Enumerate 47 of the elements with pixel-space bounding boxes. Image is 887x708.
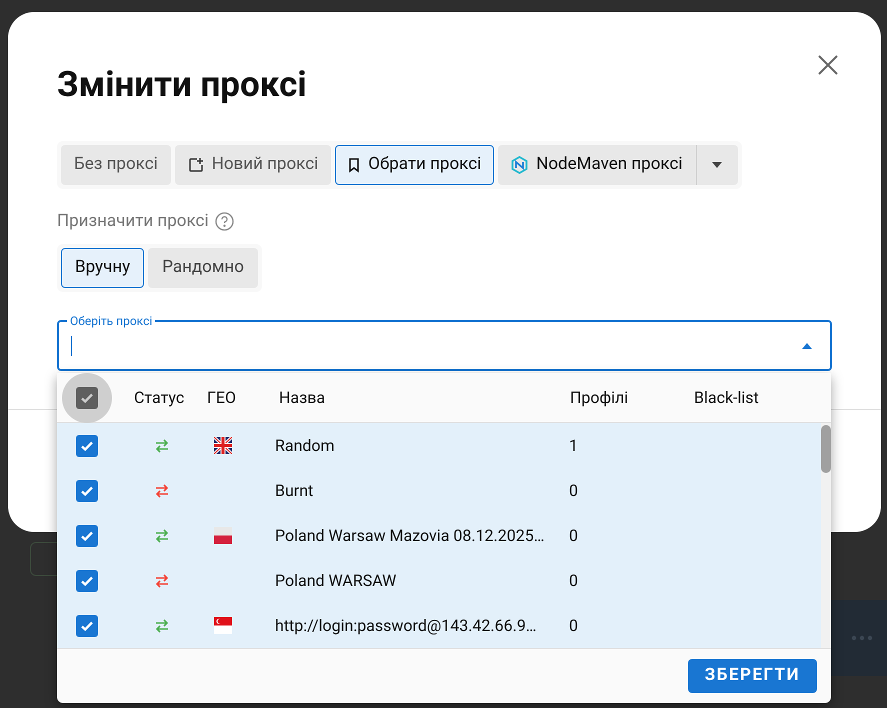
save-button[interactable]: ЗБЕРЕГТИ	[688, 659, 817, 693]
profiles-count: 0	[569, 480, 578, 502]
column-header: ГЕО	[207, 386, 237, 408]
dialog-title: Змінити проксі	[57, 63, 307, 107]
profiles-count: 0	[569, 614, 578, 636]
assign-mode-tab[interactable]: Рандомно	[148, 248, 258, 288]
column-header: Назва	[279, 386, 326, 408]
proxy-tab[interactable]: NodeMaven проксі	[498, 145, 696, 185]
flag-icon	[214, 527, 232, 544]
more-icon	[851, 635, 873, 641]
column-header: Black-list	[694, 386, 759, 408]
checkbox[interactable]	[76, 614, 98, 636]
proxy-row[interactable]: Burnt 0	[57, 468, 821, 513]
flag-icon	[214, 617, 232, 634]
checkbox[interactable]	[76, 480, 98, 502]
proxy-tab[interactable]: Без проксі	[61, 145, 171, 185]
checkbox[interactable]	[76, 570, 98, 592]
profiles-count: 0	[569, 570, 578, 592]
checkbox[interactable]	[76, 434, 98, 456]
assign-mode-tab[interactable]: Вручну	[61, 248, 144, 288]
proxy-row[interactable]: Random 1	[57, 423, 821, 468]
checkbox[interactable]	[76, 386, 98, 408]
hexagon-logo-icon	[511, 156, 528, 174]
dropdown-caret-icon	[802, 343, 812, 349]
proxy-select-field[interactable]: Оберіть проксі	[57, 314, 832, 370]
field-label: Оберіть проксі	[69, 314, 154, 328]
text-cursor	[71, 336, 72, 356]
profiles-count: 0	[569, 524, 578, 546]
proxy-tab[interactable]: Новий проксі	[174, 145, 332, 185]
assign-proxy-label: Призначити проксі	[57, 210, 209, 233]
column-header: Статус	[133, 386, 186, 408]
proxy-name: Poland WARSAW	[275, 570, 398, 592]
profiles-count: 1	[569, 434, 578, 456]
proxy-row[interactable]: Poland WARSAW 0	[57, 558, 821, 603]
caret-icon	[712, 162, 722, 168]
help-icon[interactable]	[214, 212, 234, 232]
flag-icon	[214, 437, 232, 454]
proxy-name: Poland Warsaw Mazovia 08.12.2025…	[275, 524, 546, 546]
proxy-name: Burnt	[275, 480, 314, 502]
bookmark-icon	[348, 158, 360, 172]
checkbox[interactable]	[76, 524, 98, 546]
proxy-tab[interactable]: Обрати проксі	[335, 145, 494, 185]
proxy-row[interactable]: Poland Warsaw Mazovia 08.12.2025… 0	[57, 513, 821, 558]
proxy-row[interactable]: http://login:password@143.42.66.9… 0	[57, 603, 821, 648]
proxy-name: http://login:password@143.42.66.9…	[275, 614, 538, 636]
column-header: Профілі	[570, 386, 630, 408]
proxy-name: Random	[275, 434, 336, 456]
